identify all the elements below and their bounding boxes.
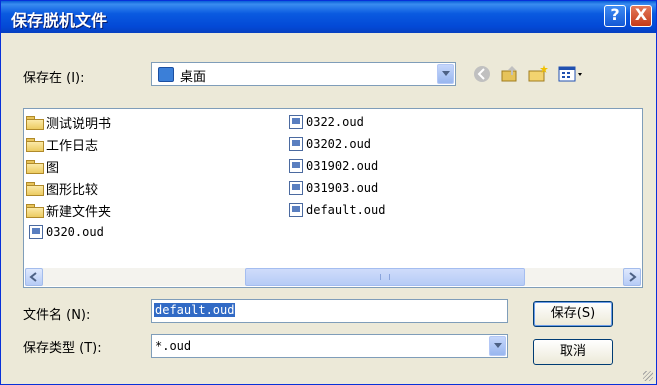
up-folder-icon [501,66,517,82]
list-item[interactable]: 0322.oud [289,113,364,131]
file-list[interactable]: 测试说明书 工作日志 图 图形比较 新建文件夹 0320.oud 0322.ou… [23,108,643,288]
scroll-left-button[interactable] [25,268,43,286]
file-icon [289,137,303,151]
file-icon [29,225,43,239]
close-button[interactable]: X [630,5,652,27]
save-in-label: 保存在 (I): [23,71,85,86]
cancel-button[interactable]: 取消 [533,339,613,365]
filetype-value: *.oud [155,339,192,353]
horizontal-scrollbar[interactable] [25,268,641,286]
file-icon [289,181,303,195]
folder-icon [26,137,44,152]
save-in-combo[interactable]: 桌面 [151,62,456,86]
close-icon: X [634,5,648,24]
list-item[interactable]: 图形比较 [26,179,98,198]
file-icon [289,203,303,217]
chevron-right-icon [629,272,637,282]
list-item[interactable]: 03202.oud [289,135,371,153]
folder-icon [26,115,44,130]
title-bar[interactable]: 保存脱机文件 ? X [1,1,656,33]
dialog-title: 保存脱机文件 [11,11,108,30]
list-item[interactable]: 测试说明书 [26,113,111,132]
help-icon: ? [610,5,620,24]
back-button[interactable] [471,63,493,85]
view-menu-button[interactable] [557,63,582,85]
folder-icon [26,159,44,174]
filename-label: 文件名 (N): [23,308,91,323]
view-menu-icon [558,66,582,82]
save-button[interactable]: 保存(S) [533,301,613,327]
help-button[interactable]: ? [604,5,626,27]
back-arrow-icon [474,66,490,82]
filetype-label: 保存类型 (T): [23,341,102,356]
up-folder-button[interactable] [499,63,521,85]
save-in-dropdown-button[interactable] [437,64,454,84]
list-item[interactable]: 新建文件夹 [26,201,111,220]
list-item[interactable]: 031902.oud [289,157,378,175]
file-icon [289,115,303,129]
filename-input[interactable]: default.oud [151,299,508,323]
list-item[interactable]: 031903.oud [289,179,378,197]
filename-value: default.oud [154,303,236,317]
save-dialog: 保存脱机文件 ? X 保存在 (I): 桌面 测试说明书 工作日志 图 图形比较… [0,0,657,385]
scroll-thumb[interactable] [245,268,525,286]
resize-grip-icon[interactable] [643,371,653,381]
save-in-value: 桌面 [180,70,207,85]
chevron-left-icon [29,272,37,282]
list-item[interactable]: 0320.oud [29,223,104,241]
folder-icon [26,203,44,218]
desktop-icon [158,67,174,82]
filetype-dropdown-button[interactable] [489,336,506,356]
filetype-combo[interactable]: *.oud [151,334,508,358]
new-folder-icon [528,65,548,82]
new-folder-button[interactable] [527,63,549,85]
list-item[interactable]: 工作日志 [26,135,98,154]
list-item[interactable]: 图 [26,157,59,176]
scroll-right-button[interactable] [623,268,641,286]
folder-icon [26,181,44,196]
file-icon [289,159,303,173]
list-item[interactable]: default.oud [289,201,385,219]
